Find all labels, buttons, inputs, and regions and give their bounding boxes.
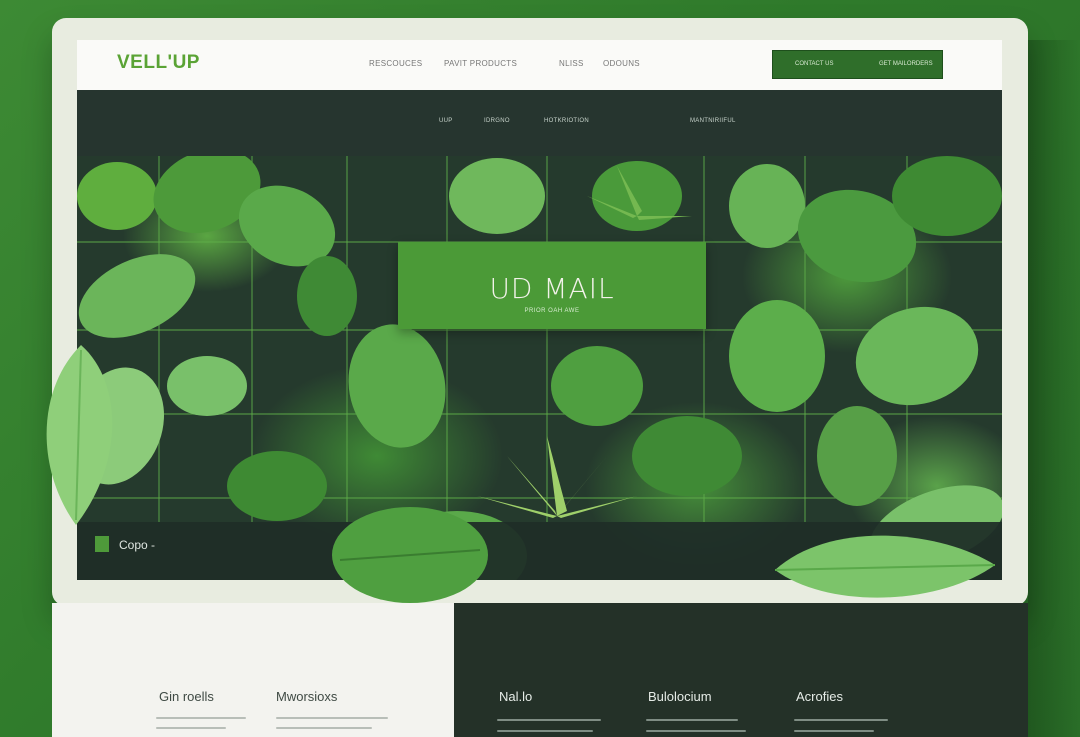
top-nav-item[interactable]: RESCOUCES — [369, 59, 422, 68]
footer-card-light: Gin roells Mworsioxs — [52, 603, 454, 737]
footer-heading[interactable]: Bulolocium — [648, 689, 712, 704]
text-line — [497, 719, 601, 721]
top-navigation-bar: VELL'UP RESCOUCES PAVIT PRODUCTS NLISS O… — [77, 40, 1002, 90]
footer-card-dark: Nal.lo Bulolocium Acrofies — [454, 603, 1028, 737]
overflow-leaf-right — [774, 535, 996, 598]
website-screen: VELL'UP RESCOUCES PAVIT PRODUCTS NLISS O… — [77, 40, 1002, 580]
text-line — [156, 717, 246, 719]
top-nav-item[interactable]: PAVIT PRODUCTS — [444, 59, 517, 68]
top-nav-item[interactable]: ODOUNS — [603, 59, 640, 68]
text-line — [276, 727, 372, 729]
sub-nav-item[interactable]: HOTKRIOTION — [544, 118, 589, 124]
hero-plant-wall: UD MAIL PRIOR OAH AWE Copo - — [77, 156, 1002, 580]
brand-logo[interactable]: VELL'UP — [117, 52, 200, 74]
cta-left-label: CONTACT US — [795, 61, 834, 67]
top-nav-item[interactable]: NLISS — [559, 59, 584, 68]
hero-banner[interactable]: UD MAIL PRIOR OAH AWE — [398, 242, 706, 329]
sub-nav-item[interactable]: MANTNIRIIFUL — [690, 118, 736, 124]
text-line — [794, 719, 888, 721]
hero-title: UD MAIL — [489, 272, 615, 305]
footer-heading[interactable]: Nal.lo — [499, 689, 532, 704]
sub-nav-item[interactable]: UUP — [439, 118, 453, 124]
page-shadow — [1028, 40, 1080, 737]
cta-right-label: GET MAILORDERS — [879, 61, 933, 67]
hero-chip-label[interactable]: Copo - — [119, 538, 155, 552]
footer-heading[interactable]: Acrofies — [796, 689, 843, 704]
cta-button[interactable]: CONTACT US GET MAILORDERS — [772, 50, 943, 79]
overflow-leaf-bottom — [332, 507, 488, 603]
hero-subtitle: PRIOR OAH AWE — [524, 308, 580, 314]
overflow-leaf-left — [46, 345, 113, 525]
sub-nav-item[interactable]: IDRGNO — [484, 118, 510, 124]
text-line — [156, 727, 226, 729]
text-line — [794, 730, 874, 732]
text-line — [646, 730, 746, 732]
text-line — [276, 717, 388, 719]
text-line — [497, 730, 593, 732]
text-line — [646, 719, 738, 721]
footer-heading[interactable]: Mworsioxs — [276, 689, 337, 704]
plant-foliage-illustration — [77, 156, 1002, 580]
footer-heading[interactable]: Gin roells — [159, 689, 214, 704]
secondary-nav: UUP IDRGNO HOTKRIOTION MANTNIRIIFUL — [77, 90, 1002, 156]
green-chip-icon — [95, 536, 109, 552]
